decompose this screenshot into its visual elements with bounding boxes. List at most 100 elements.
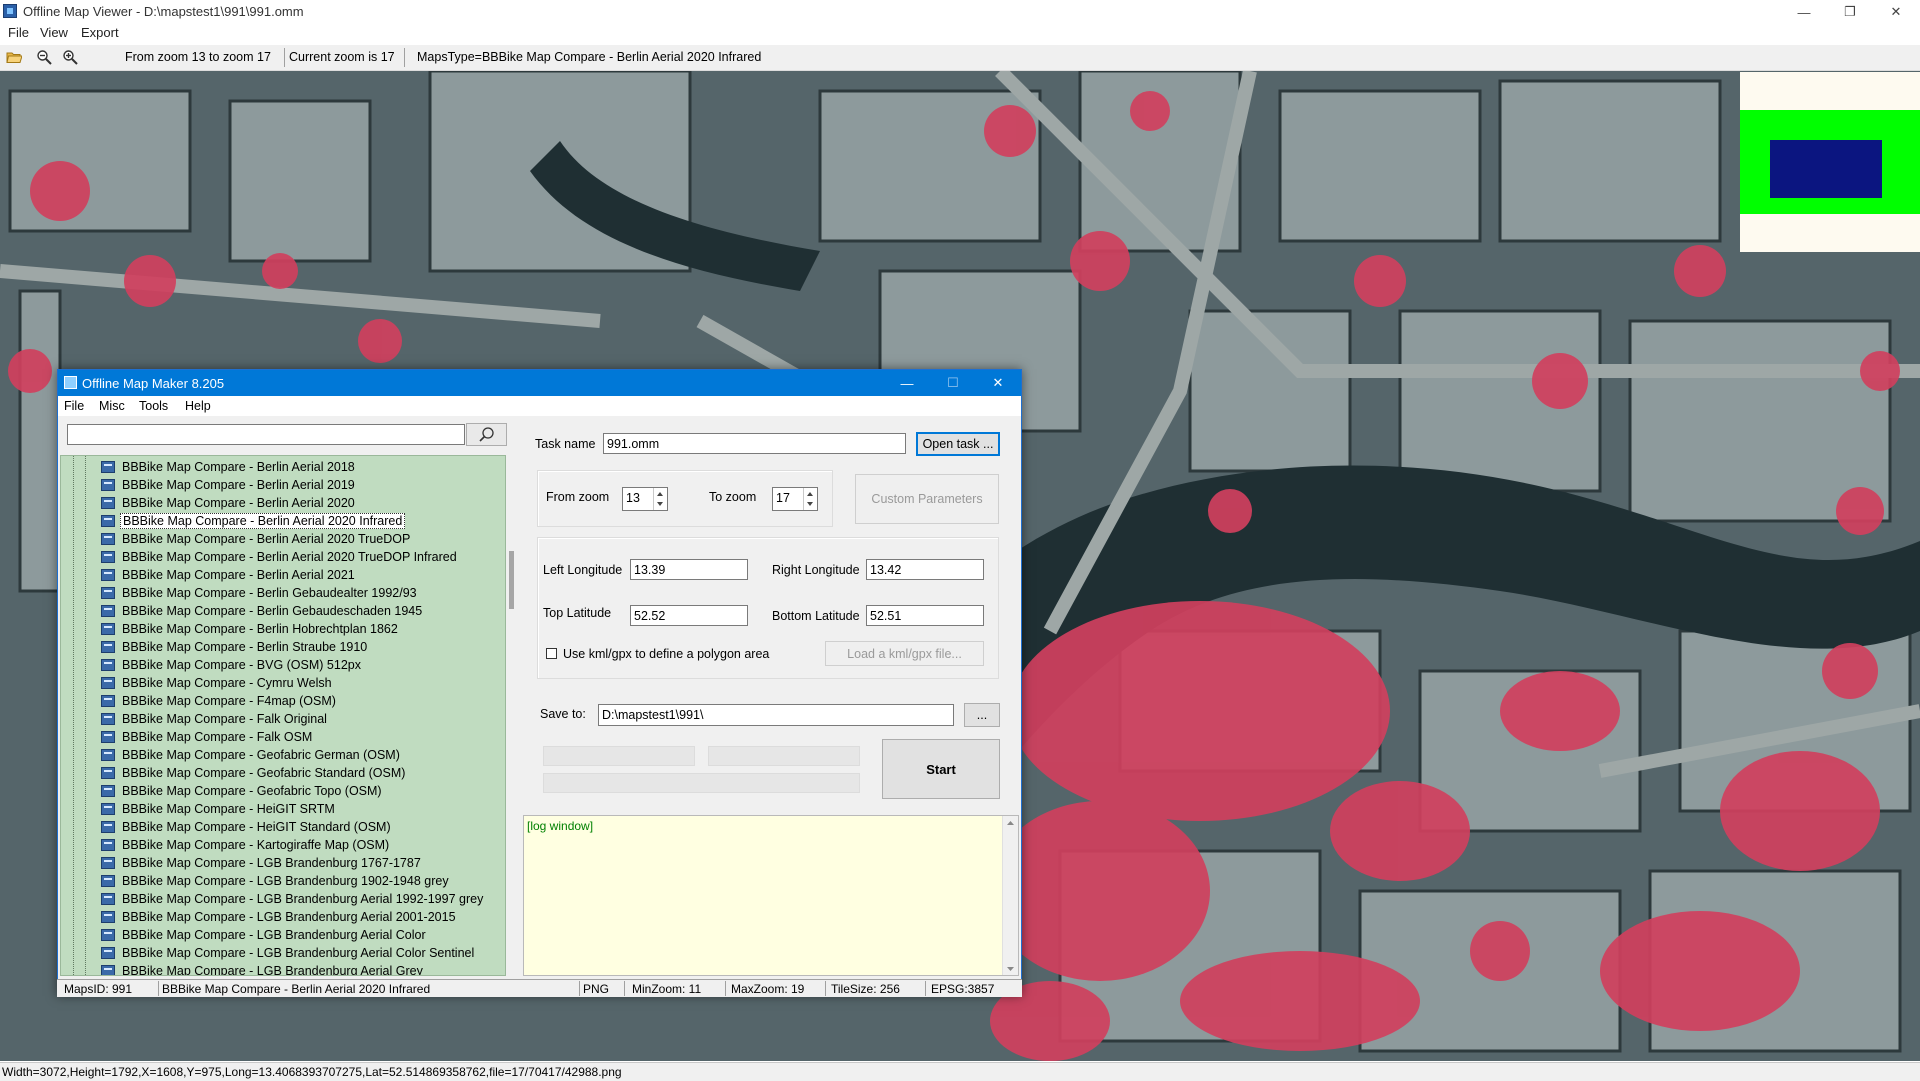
start-button[interactable]: Start bbox=[882, 739, 1000, 799]
dialog-close-button[interactable]: ✕ bbox=[975, 370, 1021, 396]
tree-item-label: BBBike Map Compare - Falk Original bbox=[122, 712, 327, 726]
tree-item[interactable]: BBBike Map Compare - Geofabric Standard … bbox=[101, 765, 407, 781]
dialog-minimize-button[interactable]: — bbox=[884, 370, 930, 396]
status-separator bbox=[725, 981, 726, 996]
minimap-view-rectangle[interactable] bbox=[1770, 140, 1882, 198]
tree-item[interactable]: BBBike Map Compare - Berlin Aerial 2020 … bbox=[101, 531, 412, 547]
zoom-out-icon[interactable] bbox=[36, 49, 52, 65]
tree-item[interactable]: BBBike Map Compare - Berlin Aerial 2018 bbox=[101, 459, 357, 475]
tree-item[interactable]: BBBike Map Compare - LGB Brandenburg Aer… bbox=[101, 945, 476, 961]
map-layer-icon bbox=[101, 533, 115, 545]
menu-view[interactable]: View bbox=[40, 25, 68, 40]
minimize-button[interactable]: — bbox=[1781, 0, 1827, 24]
log-text: [log window] bbox=[527, 819, 594, 833]
tree-item[interactable]: BBBike Map Compare - Berlin Aerial 2019 bbox=[101, 477, 357, 493]
tree-item[interactable]: BBBike Map Compare - Berlin Hobrechtplan… bbox=[101, 621, 400, 637]
tree-item[interactable]: BBBike Map Compare - Falk Original bbox=[101, 711, 329, 727]
log-window[interactable]: [log window] bbox=[523, 815, 1019, 976]
from-zoom-spinner[interactable]: 13 bbox=[622, 487, 668, 511]
tree-item[interactable]: BBBike Map Compare - LGB Brandenburg 176… bbox=[101, 855, 423, 871]
spinner-arrows-icon[interactable] bbox=[803, 488, 817, 510]
map-layer-icon bbox=[101, 929, 115, 941]
map-type-tree[interactable]: BBBike Map Compare - Berlin Aerial 2018 B… bbox=[60, 455, 506, 976]
to-zoom-spinner[interactable]: 17 bbox=[772, 487, 818, 511]
tree-scrollbar[interactable] bbox=[506, 455, 518, 976]
save-to-input[interactable] bbox=[598, 704, 954, 726]
tree-item[interactable]: BBBike Map Compare - Cymru Welsh bbox=[101, 675, 334, 691]
tree-item[interactable]: BBBike Map Compare - Geofabric German (O… bbox=[101, 747, 402, 763]
tree-item-label: BBBike Map Compare - LGB Brandenburg Aer… bbox=[122, 964, 423, 976]
use-kml-checkbox[interactable] bbox=[546, 648, 557, 659]
to-zoom-value: 17 bbox=[776, 491, 790, 505]
tree-item[interactable]: BBBike Map Compare - BVG (OSM) 512px bbox=[101, 657, 363, 673]
tree-item[interactable]: BBBike Map Compare - LGB Brandenburg Aer… bbox=[101, 927, 428, 943]
tree-item[interactable]: BBBike Map Compare - Berlin Gebaudealter… bbox=[101, 585, 419, 601]
tree-item[interactable]: BBBike Map Compare - Berlin Aerial 2020 … bbox=[101, 549, 459, 565]
dialog-menu-tools[interactable]: Tools bbox=[139, 399, 168, 413]
menu-file[interactable]: File bbox=[8, 25, 29, 40]
tree-item-label: BBBike Map Compare - LGB Brandenburg Aer… bbox=[122, 946, 475, 960]
tree-item[interactable]: BBBike Map Compare - Geofabric Topo (OSM… bbox=[101, 783, 384, 799]
tree-item[interactable]: BBBike Map Compare - HeiGIT Standard (OS… bbox=[101, 819, 393, 835]
tree-item[interactable]: BBBike Map Compare - LGB Brandenburg Aer… bbox=[101, 891, 485, 907]
open-folder-icon[interactable] bbox=[6, 49, 22, 65]
tree-item[interactable]: BBBike Map Compare - Berlin Aerial 2020 … bbox=[101, 513, 406, 529]
restore-button[interactable]: ❐ bbox=[1827, 0, 1873, 24]
tree-item[interactable]: BBBike Map Compare - HeiGIT SRTM bbox=[101, 801, 337, 817]
tree-item[interactable]: BBBike Map Compare - Falk OSM bbox=[101, 729, 314, 745]
tree-item-label: BBBike Map Compare - Geofabric Topo (OSM… bbox=[122, 784, 382, 798]
map-layer-icon bbox=[101, 551, 115, 563]
map-search-input[interactable] bbox=[67, 424, 465, 445]
task-name-input[interactable] bbox=[603, 433, 906, 454]
viewer-title-bar: Offline Map Viewer - D:\mapstest1\991\99… bbox=[0, 0, 1920, 24]
map-layer-icon bbox=[101, 911, 115, 923]
log-scrollbar[interactable] bbox=[1002, 816, 1018, 975]
map-layer-icon bbox=[101, 803, 115, 815]
viewer-menu-bar: File View Export bbox=[0, 24, 1920, 42]
dialog-maximize-button[interactable]: ☐ bbox=[930, 370, 976, 396]
tree-item[interactable]: BBBike Map Compare - LGB Brandenburg Aer… bbox=[101, 963, 425, 976]
tree-item-label: BBBike Map Compare - LGB Brandenburg 190… bbox=[122, 874, 449, 888]
tree-item[interactable]: BBBike Map Compare - Kartogiraffe Map (O… bbox=[101, 837, 391, 853]
top-latitude-input[interactable] bbox=[630, 605, 748, 626]
menu-export[interactable]: Export bbox=[81, 25, 119, 40]
dialog-menu-misc[interactable]: Misc bbox=[99, 399, 125, 413]
tree-scrollbar-thumb[interactable] bbox=[509, 551, 514, 609]
overview-minimap[interactable] bbox=[1740, 72, 1920, 252]
tree-item[interactable]: BBBike Map Compare - Berlin Aerial 2020 bbox=[101, 495, 357, 511]
task-name-label: Task name bbox=[535, 437, 596, 451]
custom-parameters-button[interactable]: Custom Parameters bbox=[855, 474, 999, 524]
map-layer-icon bbox=[101, 677, 115, 689]
dialog-status-bar: MapsID: 991 BBBike Map Compare - Berlin … bbox=[57, 979, 1022, 997]
bottom-latitude-input[interactable] bbox=[866, 605, 984, 626]
map-search-button[interactable] bbox=[466, 423, 507, 446]
status-tile-size: TileSize: 256 bbox=[831, 982, 900, 996]
tree-item-label: BBBike Map Compare - Berlin Aerial 2020 … bbox=[120, 513, 406, 529]
map-layer-icon bbox=[101, 893, 115, 905]
tree-item[interactable]: BBBike Map Compare - LGB Brandenburg 190… bbox=[101, 873, 451, 889]
dialog-menu-help[interactable]: Help bbox=[185, 399, 211, 413]
map-layer-icon bbox=[101, 857, 115, 869]
tree-item[interactable]: BBBike Map Compare - Berlin Aerial 2021 bbox=[101, 567, 357, 583]
load-kml-button[interactable]: Load a kml/gpx file... bbox=[825, 641, 984, 666]
scroll-arrows-icon bbox=[1007, 821, 1014, 971]
zoom-in-icon[interactable] bbox=[62, 49, 78, 65]
status-format: PNG bbox=[583, 982, 610, 996]
tree-item[interactable]: BBBike Map Compare - F4map (OSM) bbox=[101, 693, 338, 709]
browse-folder-button[interactable]: ... bbox=[964, 703, 1000, 727]
spinner-arrows-icon[interactable] bbox=[653, 488, 667, 510]
tree-item-label: BBBike Map Compare - Berlin Gebaudeschad… bbox=[122, 604, 423, 618]
map-layer-icon bbox=[101, 821, 115, 833]
status-separator bbox=[158, 981, 159, 996]
open-task-button[interactable]: Open task ... bbox=[916, 432, 1000, 456]
tree-item-label: BBBike Map Compare - Geofabric German (O… bbox=[122, 748, 400, 762]
tree-item[interactable]: BBBike Map Compare - Berlin Straube 1910 bbox=[101, 639, 369, 655]
left-longitude-input[interactable] bbox=[630, 559, 748, 580]
tree-item-label: BBBike Map Compare - Berlin Aerial 2019 bbox=[122, 478, 355, 492]
dialog-menu-file[interactable]: File bbox=[64, 399, 84, 413]
close-button[interactable]: ✕ bbox=[1873, 0, 1919, 24]
tree-item[interactable]: BBBike Map Compare - LGB Brandenburg Aer… bbox=[101, 909, 458, 925]
right-longitude-input[interactable] bbox=[866, 559, 984, 580]
tree-item-label: BBBike Map Compare - Cymru Welsh bbox=[122, 676, 332, 690]
tree-item[interactable]: BBBike Map Compare - Berlin Gebaudeschad… bbox=[101, 603, 424, 619]
